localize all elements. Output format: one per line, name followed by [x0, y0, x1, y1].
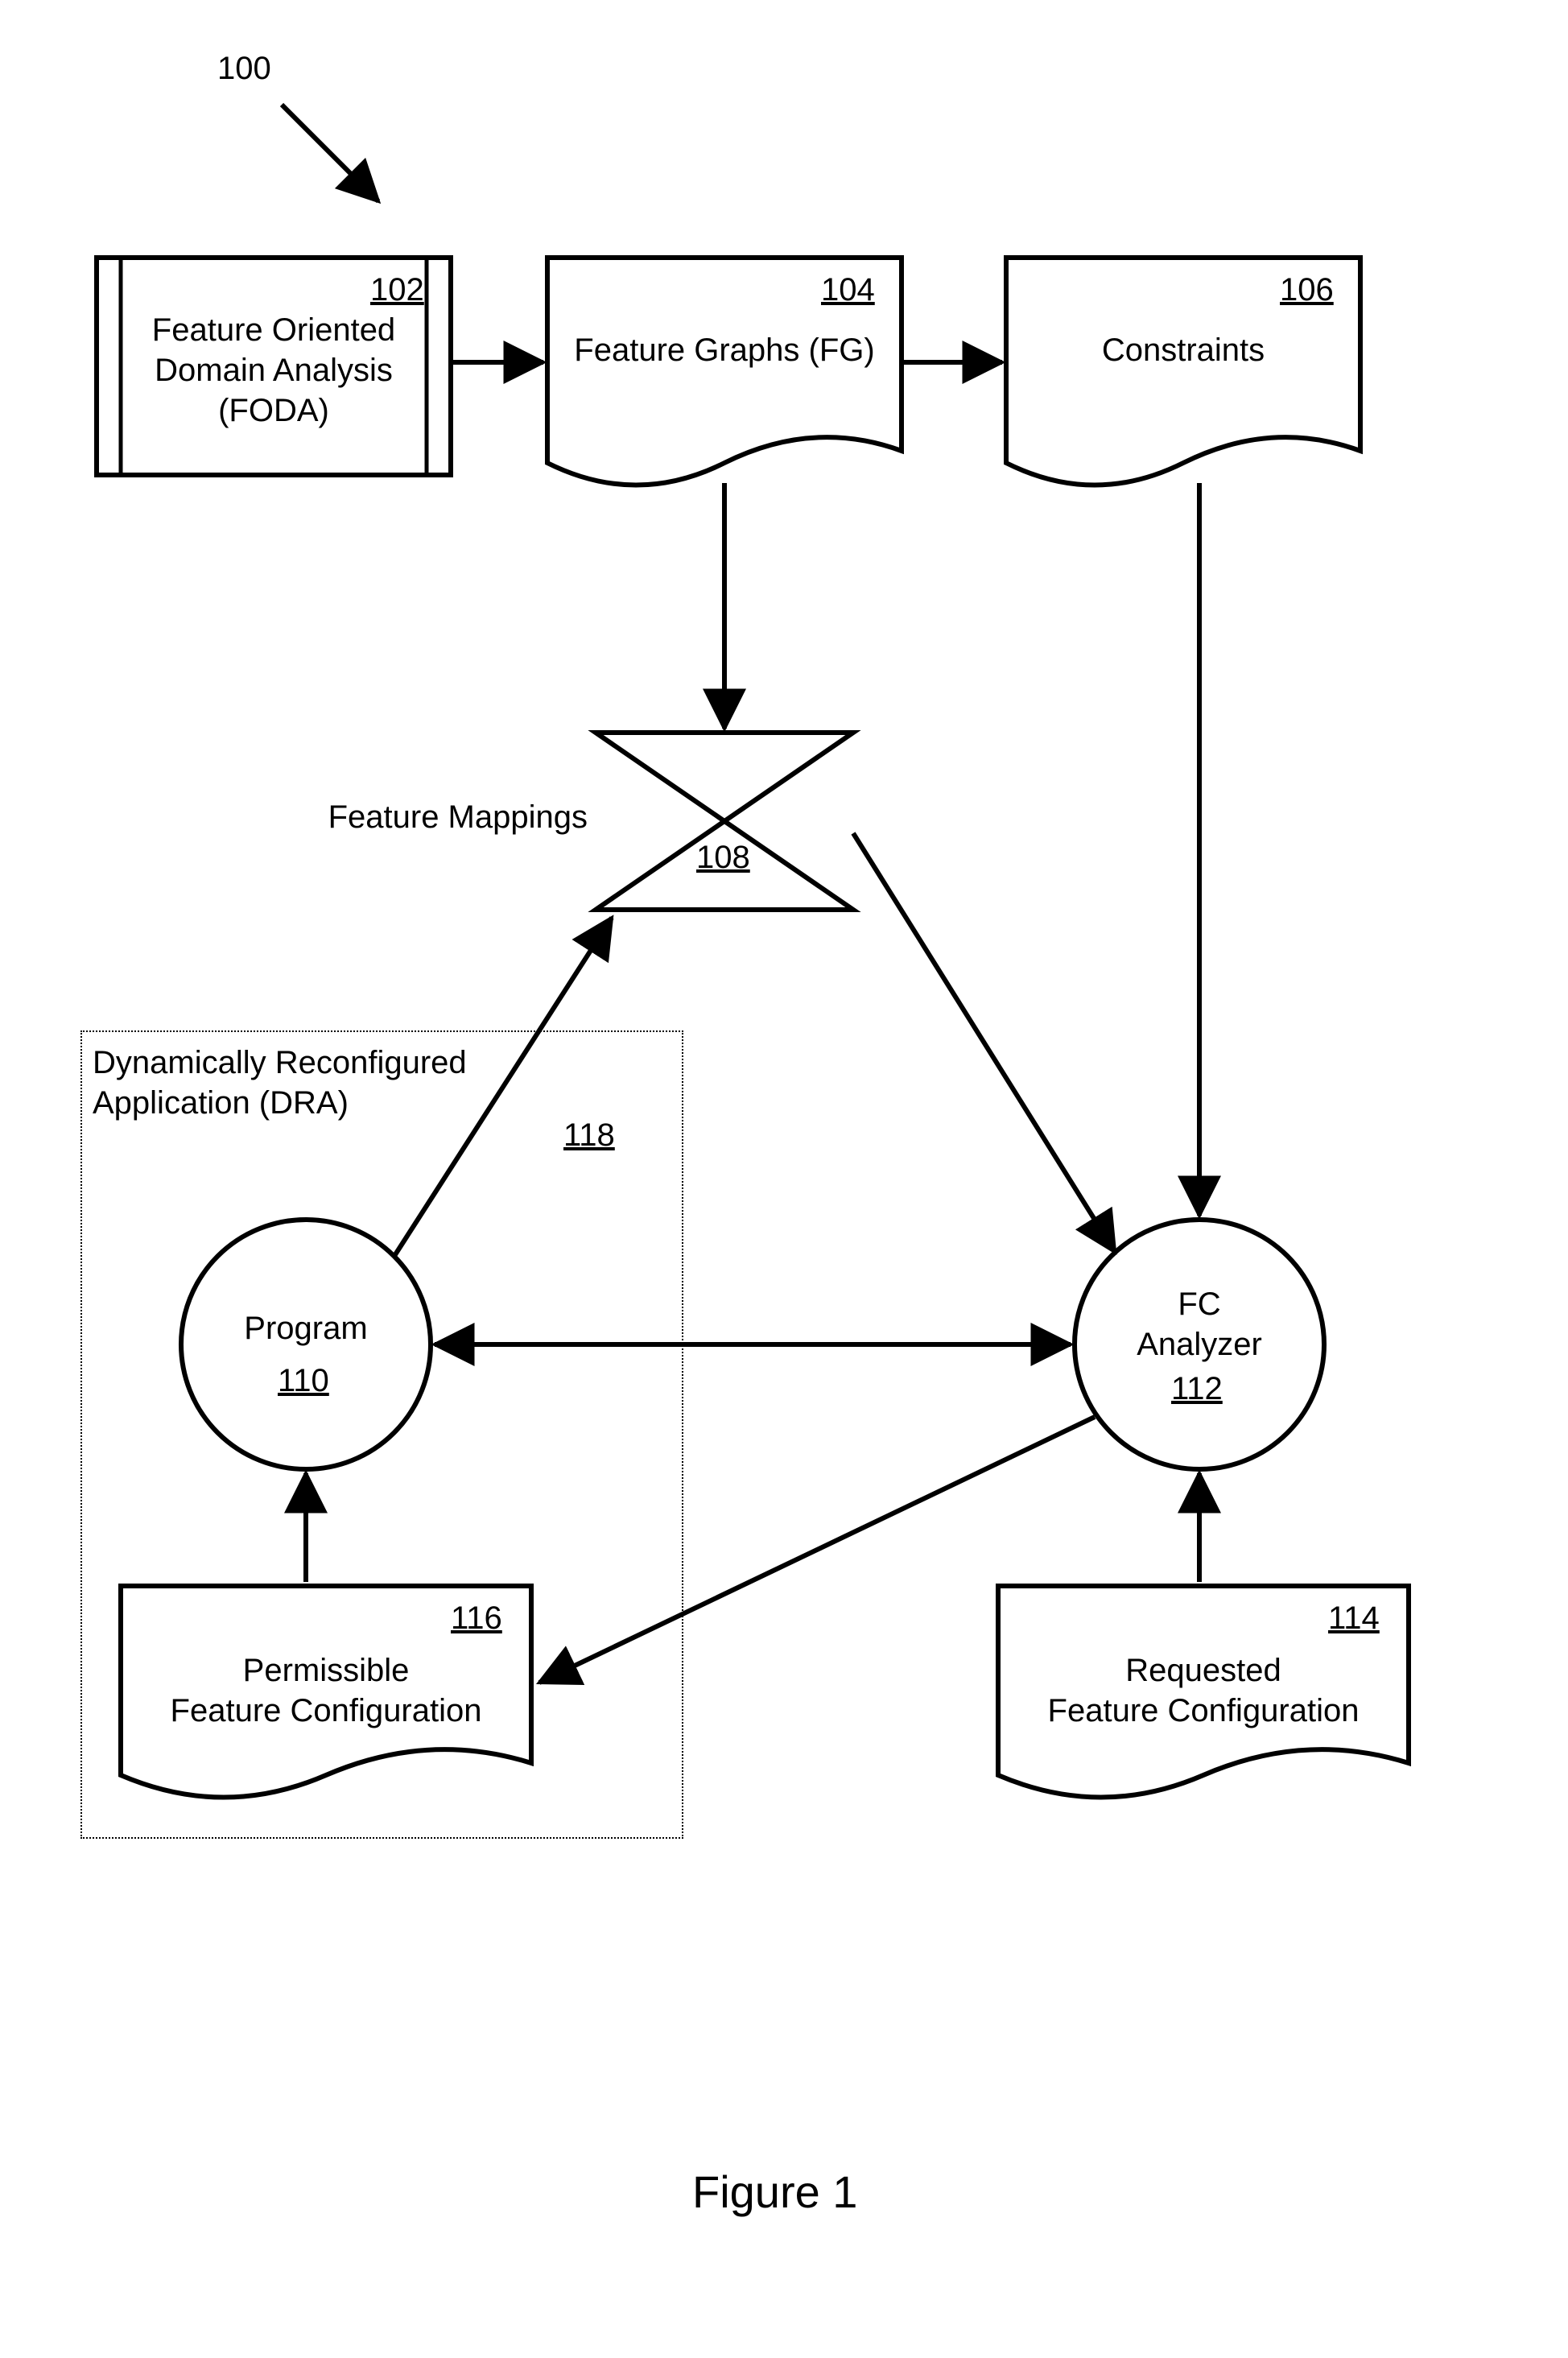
figure-number-pointer	[282, 105, 378, 201]
fg-title: Feature Graphs (FG)	[563, 330, 885, 370]
program-ref: 110	[278, 1361, 329, 1401]
permissible-ref: 116	[451, 1598, 502, 1638]
diagram-canvas: 100 102 Feature Oriented Domain Analysis…	[0, 0, 1568, 2358]
constraints-title: Constraints	[1030, 330, 1336, 370]
fg-ref: 104	[821, 270, 875, 310]
program-title: Program	[225, 1308, 386, 1348]
constraints-ref: 106	[1280, 270, 1334, 310]
requested-ref: 114	[1328, 1598, 1380, 1638]
figure-number-label: 100	[217, 48, 271, 89]
permissible-title: Permissible Feature Configuration	[133, 1650, 519, 1731]
requested-title: Requested Feature Configuration	[1010, 1650, 1397, 1731]
dra-title: Dynamically Reconfigured Application (DR…	[93, 1043, 467, 1123]
dra-ref: 118	[563, 1115, 615, 1155]
fcanalyzer-title2: Analyzer	[1119, 1324, 1280, 1365]
foda-ref: 102	[370, 270, 424, 310]
figure-caption: Figure 1	[692, 2166, 857, 2218]
mappings-ref: 108	[696, 837, 750, 878]
feature-mappings-node	[596, 733, 853, 910]
mappings-title: Feature Mappings	[306, 797, 588, 837]
fcanalyzer-title1: FC	[1119, 1284, 1280, 1324]
foda-title: Feature Oriented Domain Analysis (FODA)	[137, 310, 411, 431]
fcanalyzer-ref: 112	[1171, 1369, 1223, 1409]
edge-mappings-to-fcanalyzer	[853, 833, 1115, 1252]
